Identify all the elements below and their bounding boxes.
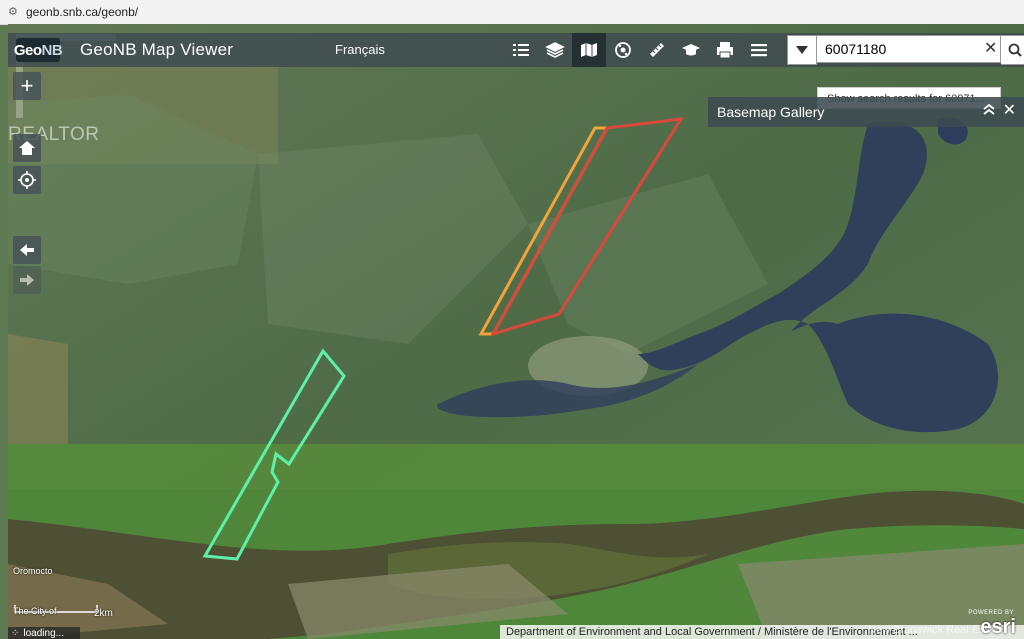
scale-label: 2km xyxy=(94,608,113,619)
basemap-gallery-panel: Basemap Gallery ✕ xyxy=(708,97,1024,127)
map-canvas[interactable]: REALTOR GeoNB GeoNB Map Viewer Français xyxy=(8,24,1024,639)
measure-icon xyxy=(650,43,664,57)
browser-address-bar[interactable]: ⚙ geonb.snb.ca/geonb/ xyxy=(0,0,1024,25)
basemap-gallery-button[interactable] xyxy=(572,33,606,67)
locate-icon xyxy=(18,171,36,189)
arrow-left-icon xyxy=(20,244,34,256)
panel-title: Basemap Gallery xyxy=(717,104,825,120)
search-bar: ✕ xyxy=(787,35,1024,65)
collapse-icon[interactable] xyxy=(982,104,996,118)
basemap-gallery-icon xyxy=(581,43,597,57)
search-icon xyxy=(1008,43,1022,57)
home-button[interactable] xyxy=(13,134,41,162)
layers-icon xyxy=(545,42,565,58)
plus-icon: + xyxy=(20,73,34,98)
esri-logo[interactable]: esri xyxy=(980,616,1016,639)
site-settings-icon[interactable]: ⚙ xyxy=(8,6,20,18)
close-icon[interactable]: ✕ xyxy=(1003,103,1016,119)
legend-button[interactable] xyxy=(504,33,538,67)
loading-indicator: ⁘ loading... xyxy=(8,627,80,639)
place-label: Oromocto xyxy=(13,566,53,576)
previous-extent-button[interactable] xyxy=(13,236,41,264)
print-button[interactable] xyxy=(708,33,742,67)
themes-icon xyxy=(615,42,631,58)
clear-search-icon[interactable]: ✕ xyxy=(984,41,997,57)
search-button[interactable] xyxy=(1001,35,1024,65)
geonb-logo: Geo NB xyxy=(14,38,63,62)
zoom-in-button[interactable]: + xyxy=(13,72,41,100)
locate-button[interactable] xyxy=(13,166,41,194)
search-input[interactable] xyxy=(817,35,1001,63)
menu-button[interactable] xyxy=(742,33,776,67)
legend-icon xyxy=(513,44,529,56)
url-text[interactable]: geonb.snb.ca/geonb/ xyxy=(26,5,138,19)
search-source-dropdown[interactable] xyxy=(787,35,817,65)
toolbar xyxy=(504,33,776,67)
chevron-down-icon xyxy=(796,46,808,54)
language-toggle-link[interactable]: Français xyxy=(335,42,385,57)
education-icon xyxy=(682,44,700,56)
home-icon xyxy=(19,141,35,155)
education-button[interactable] xyxy=(674,33,708,67)
app-title: GeoNB Map Viewer xyxy=(80,40,234,59)
themes-button[interactable] xyxy=(606,33,640,67)
menu-icon xyxy=(751,44,767,57)
layers-button[interactable] xyxy=(538,33,572,67)
arrow-right-icon xyxy=(20,274,34,286)
loading-text: loading... xyxy=(23,628,64,639)
measure-button[interactable] xyxy=(640,33,674,67)
print-icon xyxy=(717,42,733,59)
city-label: The City of xyxy=(13,606,57,616)
next-extent-button[interactable] xyxy=(13,266,41,294)
app-header: Geo NB GeoNB Map Viewer Français 6007118… xyxy=(8,33,1024,67)
loading-spinner-icon: ⁘ xyxy=(11,628,20,639)
